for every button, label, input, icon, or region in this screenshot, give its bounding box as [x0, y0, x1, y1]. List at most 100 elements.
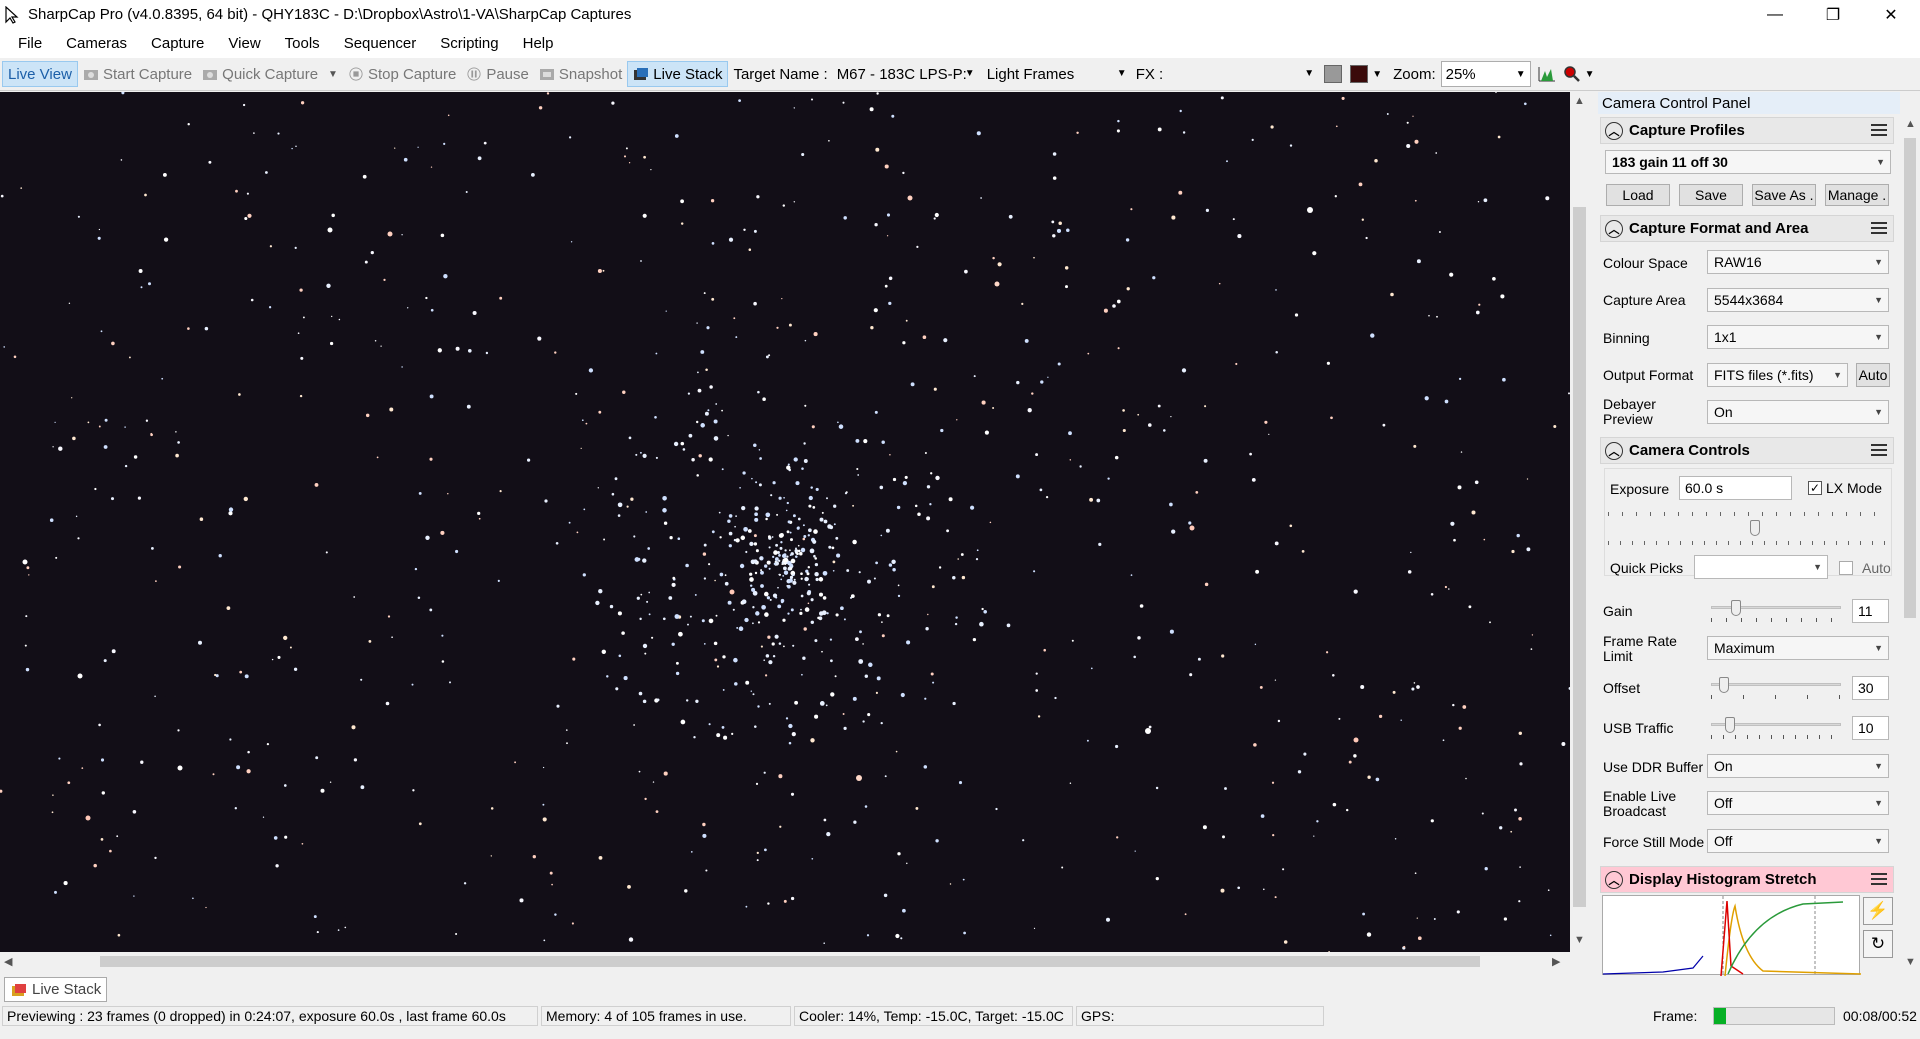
collapse-icon[interactable]: ︿ [1605, 121, 1623, 140]
capture-format-header[interactable]: ︿ Capture Format and Area [1600, 215, 1894, 242]
chevron-down-icon[interactable]: ▼ [1372, 69, 1382, 80]
chevron-down-icon[interactable]: ▼ [1833, 370, 1842, 380]
maximize-button[interactable]: ❐ [1804, 0, 1862, 29]
scrollbar-thumb[interactable] [100, 956, 1480, 967]
chevron-down-icon[interactable]: ▼ [1813, 562, 1822, 572]
scroll-down-arrow-icon[interactable]: ▼ [1905, 956, 1916, 968]
menu-capture[interactable]: Capture [139, 35, 216, 52]
chevron-down-icon[interactable]: ▼ [1874, 836, 1883, 846]
chevron-down-icon[interactable]: ▼ [1874, 407, 1883, 417]
histogram-graph[interactable] [1602, 895, 1862, 977]
load-profile-button[interactable]: Load [1606, 184, 1670, 206]
image-horizontal-scrollbar[interactable]: ◀ ▶ [0, 952, 1570, 971]
zoom-select[interactable]: 25% ▼ [1440, 61, 1531, 87]
image-vertical-scrollbar[interactable]: ▲ ▼ [1570, 92, 1589, 952]
menu-help[interactable]: Help [511, 35, 566, 52]
chevron-down-icon[interactable]: ▼ [1874, 761, 1883, 771]
pause-button[interactable]: Pause [461, 61, 534, 87]
chevron-down-icon[interactable]: ▼ [1304, 68, 1314, 79]
live-stack-button[interactable]: Live Stack [627, 61, 729, 87]
lx-mode-checkbox[interactable]: ✓ [1808, 481, 1822, 495]
minimize-button[interactable]: — [1746, 0, 1804, 29]
quick-capture-button[interactable]: Quick Capture ▼ [197, 61, 343, 87]
snapshot-button[interactable]: Snapshot [534, 61, 627, 87]
binning-select[interactable]: 1x1 ▼ [1707, 325, 1889, 349]
live-broadcast-select[interactable]: Off ▼ [1707, 791, 1889, 815]
scrollbar-thumb[interactable] [1904, 138, 1916, 618]
slider-knob[interactable] [1719, 677, 1729, 693]
fx-select[interactable]: ▼ [1168, 61, 1318, 87]
menu-sequencer[interactable]: Sequencer [332, 35, 429, 52]
chevron-down-icon[interactable]: ▼ [1874, 295, 1883, 305]
gain-input[interactable]: 11 [1852, 599, 1889, 623]
scroll-right-arrow-icon[interactable]: ▶ [1552, 955, 1560, 968]
menu-icon[interactable] [1871, 873, 1887, 888]
chevron-down-icon[interactable]: ▼ [965, 68, 975, 79]
chevron-down-icon[interactable]: ▼ [1585, 69, 1595, 80]
live-stack-tab[interactable]: Live Stack [4, 977, 107, 1002]
capture-area-select[interactable]: 5544x3684 ▼ [1707, 288, 1889, 312]
menu-icon[interactable] [1871, 124, 1887, 139]
histogram-stretch-header[interactable]: ︿ Display Histogram Stretch [1600, 866, 1894, 893]
menu-icon[interactable] [1871, 222, 1887, 237]
chevron-down-icon[interactable]: ▼ [328, 69, 338, 80]
slider-knob[interactable] [1750, 520, 1760, 536]
usb-traffic-input[interactable]: 10 [1852, 716, 1889, 740]
chevron-down-icon[interactable]: ▼ [1876, 157, 1885, 167]
reset-stretch-icon[interactable]: ↻ [1863, 930, 1893, 958]
usb-traffic-slider[interactable] [1711, 717, 1841, 741]
panel-scrollbar[interactable]: ▲ ▼ [1900, 92, 1920, 972]
exposure-input[interactable]: 60.0 s [1679, 476, 1792, 500]
gain-slider[interactable] [1711, 600, 1841, 624]
offset-input[interactable]: 30 [1852, 676, 1889, 700]
save-profile-button[interactable]: Save [1679, 184, 1743, 206]
menu-scripting[interactable]: Scripting [428, 35, 510, 52]
colour-picker-icon[interactable] [1350, 65, 1369, 83]
collapse-icon[interactable]: ︿ [1605, 219, 1623, 238]
save-as-profile-button[interactable]: Save As . [1752, 184, 1816, 206]
manage-profiles-button[interactable]: Manage . [1825, 184, 1889, 206]
camera-controls-header[interactable]: ︿ Camera Controls [1600, 437, 1894, 464]
capture-profile-select[interactable]: 183 gain 11 off 30 ▼ [1605, 150, 1891, 174]
scrollbar-thumb[interactable] [1573, 207, 1586, 907]
force-still-mode-select[interactable]: Off ▼ [1707, 829, 1889, 853]
menu-view[interactable]: View [216, 35, 272, 52]
chevron-down-icon[interactable]: ▼ [1874, 798, 1883, 808]
menu-tools[interactable]: Tools [273, 35, 332, 52]
quick-picks-auto-checkbox[interactable] [1839, 561, 1853, 575]
close-button[interactable]: ✕ [1862, 0, 1920, 29]
histogram-icon[interactable] [1537, 65, 1557, 83]
auto-stretch-icon[interactable]: ⚡ [1863, 897, 1893, 925]
capture-profiles-header[interactable]: ︿ Capture Profiles [1600, 117, 1894, 144]
chevron-down-icon[interactable]: ▼ [1874, 332, 1883, 342]
start-capture-button[interactable]: Start Capture [78, 61, 197, 87]
scroll-up-arrow-icon[interactable]: ▲ [1574, 95, 1585, 107]
menu-file[interactable]: File [0, 35, 54, 52]
scroll-left-arrow-icon[interactable]: ◀ [4, 955, 12, 968]
slider-knob[interactable] [1731, 600, 1741, 616]
live-view-button[interactable]: Live View [2, 61, 78, 87]
chevron-down-icon[interactable]: ▼ [1874, 643, 1883, 653]
menu-cameras[interactable]: Cameras [54, 35, 139, 52]
debayer-preview-select[interactable]: On ▼ [1707, 400, 1889, 424]
quick-picks-select[interactable]: ▼ [1694, 555, 1828, 579]
chevron-down-icon[interactable]: ▼ [1117, 68, 1127, 79]
scroll-up-arrow-icon[interactable]: ▲ [1905, 118, 1916, 130]
menu-icon[interactable] [1871, 444, 1887, 459]
image-viewport[interactable] [0, 92, 1570, 952]
collapse-icon[interactable]: ︿ [1605, 870, 1623, 889]
frame-rate-limit-select[interactable]: Maximum ▼ [1707, 636, 1889, 660]
frame-type-select[interactable]: Light Frames ▼ [983, 61, 1131, 87]
zoom-tool-icon[interactable] [1563, 65, 1581, 83]
ddr-buffer-select[interactable]: On ▼ [1707, 754, 1889, 778]
colour-space-select[interactable]: RAW16 ▼ [1707, 250, 1889, 274]
output-format-select[interactable]: FITS files (*.fits) ▼ [1707, 363, 1848, 387]
offset-slider[interactable] [1711, 677, 1841, 701]
slider-knob[interactable] [1725, 717, 1735, 733]
reticle-icon[interactable] [1324, 65, 1343, 83]
chevron-down-icon[interactable]: ▼ [1516, 69, 1526, 80]
stop-capture-button[interactable]: Stop Capture [343, 61, 461, 87]
scroll-down-arrow-icon[interactable]: ▼ [1574, 934, 1585, 946]
collapse-icon[interactable]: ︿ [1605, 441, 1623, 460]
chevron-down-icon[interactable]: ▼ [1874, 257, 1883, 267]
